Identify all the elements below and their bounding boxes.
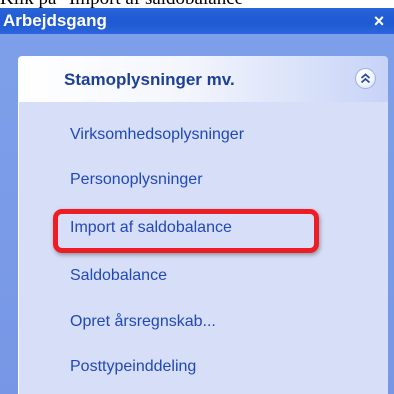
task-link-personoplysninger[interactable]: Personoplysninger [70,169,203,191]
task-pane-title: Arbejdsgang [3,11,107,30]
task-link-virksomhedsoplysninger[interactable]: Virksomhedsoplysninger [70,124,244,146]
task-group-stamoplysninger: Stamoplysninger mv. Virksomhedsoplysning… [18,56,388,394]
task-group-header[interactable]: Stamoplysninger mv. [18,56,388,102]
screenshot-page: Klik på "Import af saldobalance" Arbejds… [0,0,394,394]
task-pane: Arbejdsgang × Stamoplysninger mv. Virkso… [0,8,394,394]
task-link-saldobalance[interactable]: Saldobalance [70,265,167,287]
task-pane-header: Arbejdsgang × [0,8,394,34]
task-group-title: Stamoplysninger mv. [64,70,235,89]
collapse-group-button[interactable] [355,68,376,89]
task-link-import-af-saldobalance[interactable]: Import af saldobalance [70,217,232,239]
task-link-posttypeinddeling[interactable]: Posttypeinddeling [70,356,196,378]
task-group-body: Virksomhedsoplysninger Personoplysninger… [18,102,388,394]
close-icon[interactable]: × [369,10,389,32]
double-chevron-up-icon [360,73,371,84]
task-link-opret-aarsregnskab[interactable]: Opret årsregnskab... [70,311,216,333]
